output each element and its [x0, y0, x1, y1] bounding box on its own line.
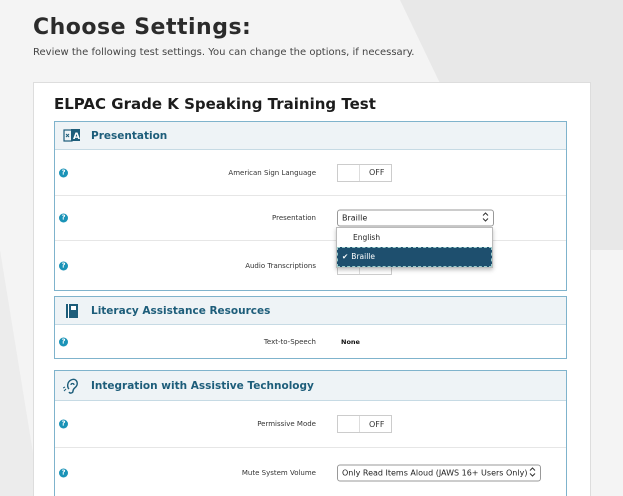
section-header: A Presentation [55, 122, 566, 150]
sign-language-icon: A [63, 127, 81, 145]
setting-row-asl: ? American Sign Language OFF [55, 150, 566, 196]
setting-label: Presentation [272, 214, 316, 222]
help-icon[interactable]: ? [59, 261, 68, 270]
ear-icon [63, 377, 81, 395]
help-icon[interactable]: ? [59, 468, 68, 477]
book-icon [63, 302, 81, 320]
presentation-select[interactable]: Braille [337, 209, 494, 228]
presentation-dropdown-menu: English ✔ Braille [336, 227, 493, 268]
toggle-value: OFF [369, 168, 385, 177]
toggle-value: OFF [369, 419, 385, 429]
page-title: Choose Settings: [33, 15, 252, 40]
select-value: Only Read Items Aloud (JAWS 16+ Users On… [342, 468, 528, 477]
chevron-updown-icon [529, 466, 536, 482]
help-icon[interactable]: ? [59, 168, 68, 177]
dropdown-option-braille[interactable]: ✔ Braille [337, 247, 492, 267]
select-value: Braille [342, 213, 368, 223]
help-icon[interactable]: ? [59, 337, 68, 346]
setting-label: Audio Transcriptions [245, 261, 316, 270]
setting-label: Permissive Mode [257, 420, 316, 428]
help-icon[interactable]: ? [59, 213, 68, 223]
section-title: Literacy Assistance Resources [91, 304, 271, 317]
test-title: ELPAC Grade K Speaking Training Test [54, 95, 376, 113]
permissive-mode-toggle[interactable]: OFF [337, 415, 392, 433]
setting-label: Mute System Volume [241, 468, 316, 477]
section-assistive-technology: Integration with Assistive Technology ? … [54, 370, 567, 496]
section-title: Presentation [91, 129, 168, 142]
dropdown-option-english[interactable]: English [337, 228, 492, 247]
toggle-knob [338, 164, 360, 181]
mute-system-volume-select[interactable]: Only Read Items Aloud (JAWS 16+ Users On… [337, 464, 541, 481]
toggle-knob [338, 416, 360, 432]
section-header: Integration with Assistive Technology [55, 371, 566, 401]
page-subtitle: Review the following test settings. You … [33, 47, 415, 58]
asl-toggle[interactable]: OFF [337, 163, 392, 182]
setting-row-mute-system-volume: ? Mute System Volume Only Read Items Alo… [55, 448, 566, 496]
check-icon: ✔ [342, 252, 349, 261]
svg-text:A: A [73, 132, 80, 142]
option-label: Braille [351, 252, 375, 261]
help-icon[interactable]: ? [59, 419, 68, 429]
setting-label: American Sign Language [228, 168, 316, 177]
setting-value: None [341, 337, 360, 346]
setting-row-permissive-mode: ? Permissive Mode OFF [55, 401, 566, 448]
chevron-updown-icon [482, 212, 489, 228]
section-title: Integration with Assistive Technology [91, 379, 314, 392]
section-literacy-assistance: Literacy Assistance Resources ? Text-to-… [54, 296, 567, 359]
setting-row-text-to-speech: ? Text-to-Speech None [55, 325, 566, 358]
section-header: Literacy Assistance Resources [55, 297, 566, 325]
setting-label: Text-to-Speech [263, 337, 316, 346]
